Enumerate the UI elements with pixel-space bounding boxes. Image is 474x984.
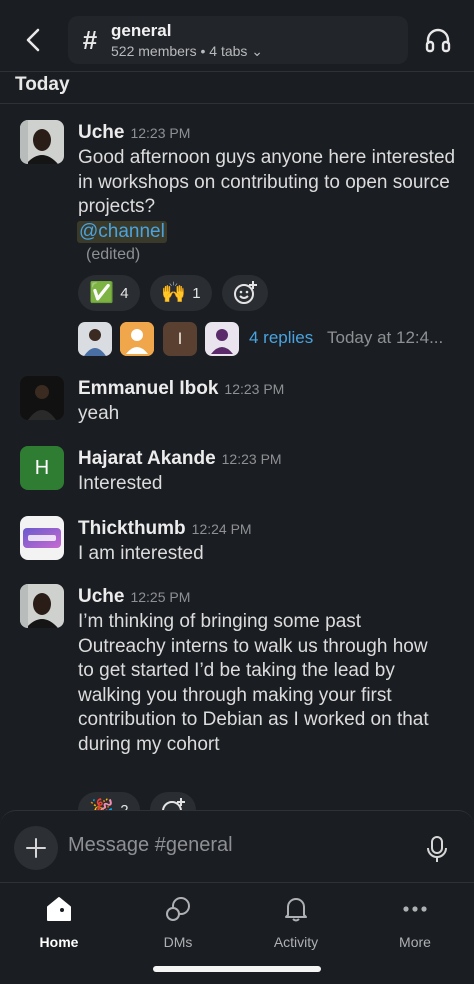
avatar[interactable]	[20, 376, 64, 420]
channel-name: general	[111, 21, 172, 40]
tab-activity[interactable]: Activity	[241, 891, 351, 951]
reaction-raised-hands[interactable]: 🙌 1	[150, 275, 212, 311]
add-emoji-icon	[234, 281, 257, 304]
message-time: 12:23 PM	[224, 381, 285, 397]
sender-name[interactable]: Thickthumb 12:24 PM	[78, 518, 252, 540]
channel-info-button[interactable]: # general 522 members • 4 tabs ⌄	[68, 16, 408, 64]
home-icon	[47, 897, 71, 921]
day-label: Today	[15, 74, 70, 95]
tab-label: DMs	[163, 934, 193, 950]
message-text: I am interested	[78, 543, 204, 564]
sender-name[interactable]: Uche 12:23 PM	[78, 122, 190, 144]
avatar[interactable]	[20, 516, 64, 560]
tab-dms[interactable]: DMs	[123, 891, 233, 951]
avatar[interactable]: H	[20, 446, 64, 490]
thread-replies-link[interactable]: 4 replies	[249, 328, 313, 348]
message-text: Good afternoon guys anyone here interest…	[78, 147, 456, 217]
message-text: yeah	[78, 403, 120, 424]
bell-icon	[285, 898, 307, 922]
thread-last-reply-time: Today at 12:4...	[327, 328, 444, 347]
voice-record-button[interactable]	[424, 834, 450, 864]
day-divider	[0, 103, 474, 104]
message-text: Interested	[78, 473, 163, 494]
plus-icon	[26, 838, 46, 858]
reaction-check[interactable]: ✅ 4	[78, 275, 140, 311]
tab-label: More	[399, 934, 431, 950]
sender-name[interactable]: Uche 12:25 PM	[78, 586, 190, 608]
tab-label: Activity	[273, 934, 319, 950]
reaction-count: 4	[120, 284, 129, 302]
check-mark-icon: ✅	[89, 282, 115, 304]
sender-name[interactable]: Hajarat Akande 12:23 PM	[78, 448, 282, 470]
message-time: 12:23 PM	[130, 125, 191, 141]
add-reaction-button[interactable]	[222, 275, 268, 311]
channel-meta: 522 members • 4 tabs ⌄	[111, 43, 264, 59]
message-time: 12:25 PM	[130, 589, 191, 605]
back-button[interactable]	[18, 24, 50, 56]
tab-home[interactable]: Home	[4, 891, 114, 951]
headphones-icon	[425, 28, 451, 53]
avatar[interactable]	[20, 120, 64, 164]
message-input[interactable]	[68, 834, 408, 857]
tab-more[interactable]: More	[360, 891, 470, 951]
reaction-count: 1	[192, 284, 201, 302]
thread-participant-avatar: I	[163, 322, 197, 356]
message-time: 12:23 PM	[221, 451, 282, 467]
channel-header: # general 522 members • 4 tabs ⌄	[0, 0, 474, 72]
microphone-icon	[427, 836, 447, 862]
home-indicator	[153, 966, 321, 972]
tab-label: Home	[39, 934, 79, 950]
channel-mention[interactable]: @channel	[77, 221, 167, 243]
hash-icon: #	[82, 25, 98, 55]
message-text: I’m thinking of bringing some past Outre…	[78, 611, 429, 755]
attach-button[interactable]	[14, 826, 58, 870]
sender-name[interactable]: Emmanuel Ibok 12:23 PM	[78, 378, 284, 400]
message-time: 12:24 PM	[191, 521, 252, 537]
thread-participant-avatar	[205, 322, 239, 356]
huddle-button[interactable]	[422, 24, 454, 56]
chevron-left-icon	[26, 28, 40, 52]
messages-icon	[166, 897, 190, 921]
thread-participant-avatar	[78, 322, 112, 356]
thread-participant-avatar	[120, 322, 154, 356]
avatar[interactable]	[20, 584, 64, 628]
more-icon	[403, 906, 427, 912]
edited-label: (edited)	[86, 246, 141, 263]
header-divider	[0, 71, 474, 72]
message-composer	[0, 814, 474, 882]
raised-hands-icon: 🙌	[161, 282, 187, 304]
